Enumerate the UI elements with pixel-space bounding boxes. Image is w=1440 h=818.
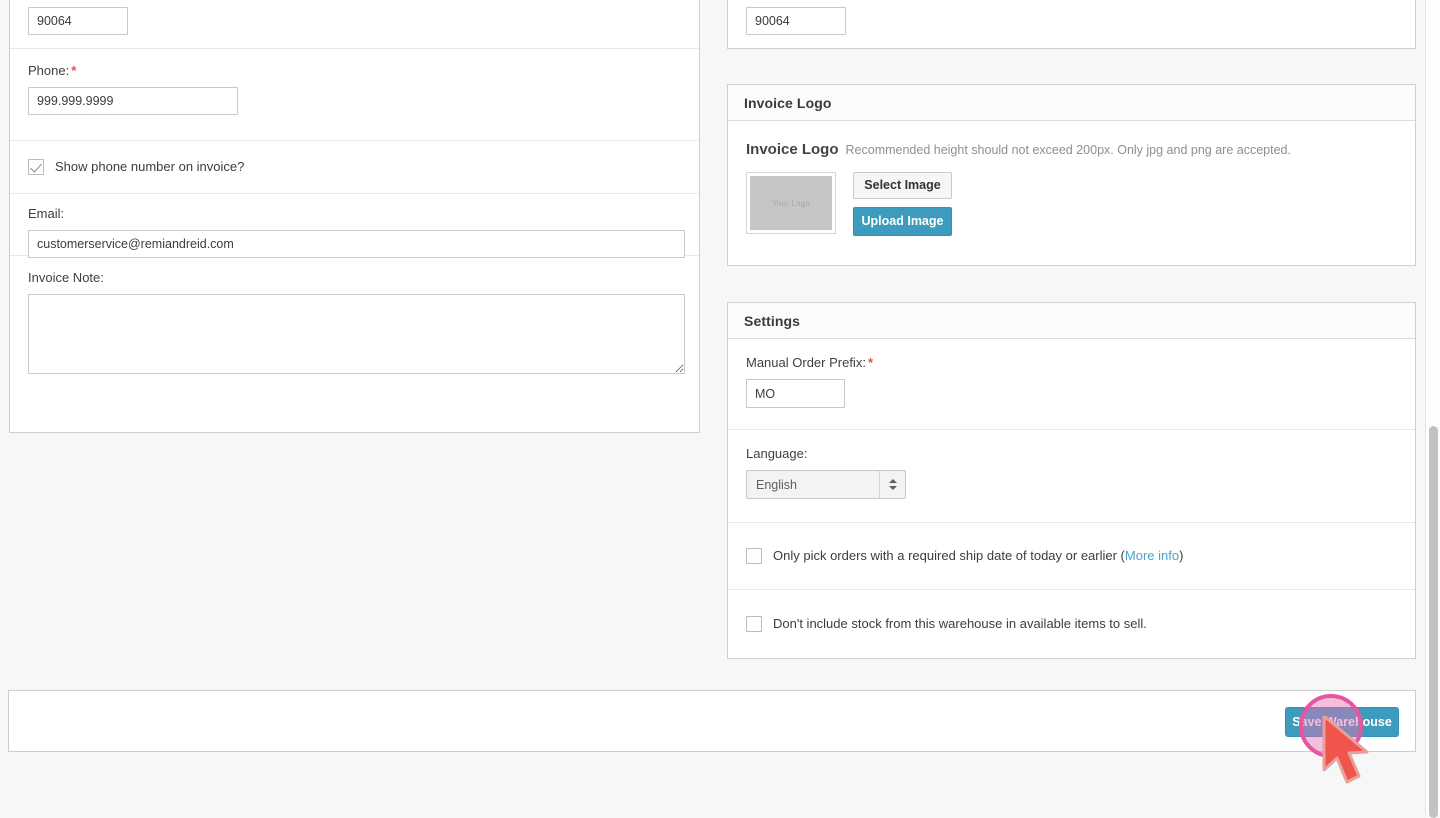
- warehouse-contact-panel: Phone:* Show phone number on invoice? Em…: [9, 0, 700, 433]
- invoice-note-textarea[interactable]: [28, 294, 685, 374]
- more-info-link[interactable]: More info: [1125, 548, 1179, 563]
- manual-order-prefix-row: Manual Order Prefix: *: [728, 339, 1415, 430]
- phone-label: Phone: *: [28, 63, 681, 79]
- invoice-logo-hint: Recommended height should not exceed 200…: [845, 143, 1291, 157]
- email-input[interactable]: [28, 230, 685, 258]
- page-canvas: Phone:* Show phone number on invoice? Em…: [0, 0, 1426, 815]
- invoice-logo-heading-text: Invoice Logo: [744, 94, 832, 111]
- phone-required-marker: *: [71, 63, 77, 78]
- ship-date-checkbox[interactable]: [746, 548, 762, 564]
- logo-placeholder-box: Your Logo: [750, 176, 832, 230]
- phone-input[interactable]: [28, 87, 238, 115]
- phone-row: Phone: *: [10, 49, 699, 141]
- manual-order-prefix-required-marker: *: [867, 355, 873, 370]
- vertical-scrollbar-track[interactable]: [1425, 0, 1440, 818]
- zip-input[interactable]: [28, 7, 128, 35]
- invoice-logo-title-line: Invoice Logo Recommended height should n…: [746, 141, 1397, 158]
- language-select[interactable]: English: [746, 470, 906, 499]
- ship-date-checkbox-row: Only pick orders with a required ship da…: [728, 523, 1415, 590]
- exclude-stock-checkbox[interactable]: [746, 615, 762, 632]
- show-phone-on-invoice-label: Show phone number on invoice?: [55, 159, 245, 174]
- email-label: Email:: [28, 206, 65, 221]
- manual-order-prefix-input[interactable]: [746, 379, 845, 408]
- exclude-stock-checkbox-row: Don't include stock from this warehouse …: [728, 590, 1415, 657]
- vertical-scrollbar-thumb[interactable]: [1429, 426, 1438, 818]
- select-stepper-arrows-icon[interactable]: [879, 471, 905, 498]
- form-action-bar: Save Warehouse: [8, 690, 1416, 752]
- manual-order-prefix-label: Manual Order Prefix: *: [746, 355, 1397, 371]
- show-phone-on-invoice-checkbox-group[interactable]: Show phone number on invoice?: [28, 159, 244, 175]
- logo-placeholder-text: Your Logo: [772, 198, 810, 208]
- exclude-stock-checkbox-label: Don't include stock from this warehouse …: [773, 615, 1147, 631]
- phone-label-text: Phone:: [28, 63, 70, 78]
- settings-panel: Settings Manual Order Prefix:* Language:…: [727, 302, 1416, 659]
- language-row: Language: English: [728, 430, 1415, 523]
- language-selected-value: English: [756, 477, 797, 492]
- chevron-up-icon: [888, 479, 897, 483]
- upload-image-button[interactable]: Upload Image: [853, 207, 952, 236]
- ship-date-checkbox-label: Only pick orders with a required ship da…: [773, 548, 1183, 564]
- settings-panel-heading: Settings: [728, 303, 1415, 339]
- language-label: Language:: [746, 446, 808, 461]
- manual-order-prefix-label-text: Manual Order Prefix:: [746, 355, 866, 370]
- ship-date-checkbox-group[interactable]: Only pick orders with a required ship da…: [746, 548, 1183, 564]
- email-row: Email:: [10, 194, 699, 258]
- zip-row: [10, 0, 699, 49]
- logo-preview-thumbnail: Your Logo: [746, 172, 836, 234]
- invoice-logo-panel: Invoice Logo Invoice Logo Recommended he…: [727, 84, 1416, 266]
- chevron-down-icon: [888, 486, 897, 490]
- invoice-logo-block-title: Invoice Logo: [746, 141, 839, 158]
- show-phone-row: Show phone number on invoice?: [10, 141, 699, 194]
- ship-date-text-after: ): [1179, 548, 1184, 563]
- right-zip-input[interactable]: [746, 7, 846, 35]
- exclude-stock-checkbox-group[interactable]: Don't include stock from this warehouse …: [746, 615, 1147, 632]
- invoice-note-label: Invoice Note:: [28, 270, 104, 285]
- save-warehouse-button[interactable]: Save Warehouse: [1285, 707, 1399, 737]
- invoice-logo-controls: Your Logo Select Image Upload Image: [746, 172, 1397, 236]
- show-phone-on-invoice-checkbox[interactable]: [28, 159, 44, 175]
- right-zip-row: [728, 0, 1415, 48]
- invoice-logo-panel-heading: Invoice Logo: [728, 85, 1415, 121]
- settings-heading-text: Settings: [744, 312, 801, 329]
- invoice-note-row: Invoice Note:: [10, 256, 699, 381]
- logo-button-column: Select Image Upload Image: [853, 172, 952, 236]
- ship-date-text-before: Only pick orders with a required ship da…: [773, 548, 1125, 563]
- select-image-button[interactable]: Select Image: [853, 172, 952, 199]
- invoice-logo-body: Invoice Logo Recommended height should n…: [728, 121, 1415, 256]
- warehouse-address-panel: [727, 0, 1416, 49]
